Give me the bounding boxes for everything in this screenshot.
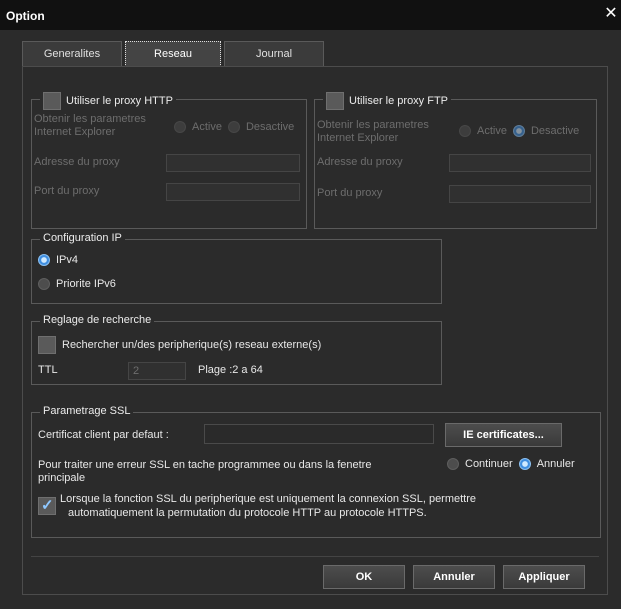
option-dialog: Option ✕ Generalites Reseau Journal Util… (0, 0, 621, 609)
ttl-value: 2 (133, 365, 140, 377)
ok-button[interactable]: OK (323, 565, 405, 589)
search-external-checkbox[interactable] (38, 336, 56, 354)
proxy-http-address-label: Adresse du proxy (34, 156, 120, 168)
ttl-input[interactable]: 2 (128, 362, 186, 380)
footer-separator (31, 556, 599, 557)
proxy-http-active-radio[interactable] (174, 121, 186, 133)
proxy-http-port-label: Port du proxy (34, 185, 100, 197)
ttl-label: TTL (38, 364, 58, 376)
proxy-http-port-input[interactable] (166, 183, 300, 201)
proxy-ftp-obtain-label-2: Internet Explorer (317, 132, 399, 144)
proxy-ftp-desactive-label: Desactive (530, 125, 580, 137)
proxy-ftp-active-radio[interactable] (459, 125, 471, 137)
proxy-http-desactive-radio[interactable] (227, 121, 240, 133)
apply-button[interactable]: Appliquer (503, 565, 585, 589)
ipv6-radio[interactable] (38, 278, 50, 290)
ssl-cancel-radio[interactable] (518, 458, 531, 470)
ssl-error-options: Continuer Annuler (447, 458, 575, 470)
ip-config-legend: Configuration IP (40, 232, 125, 244)
ttl-range-label: Plage :2 a 64 (198, 364, 263, 376)
ssl-settings-group: Parametrage SSL Certificat client par de… (31, 405, 601, 538)
proxy-ftp-address-label: Adresse du proxy (317, 156, 403, 168)
proxy-http-label: Utiliser le proxy HTTP (66, 95, 173, 107)
proxy-ftp-checkbox[interactable] (326, 92, 344, 110)
ssl-auto-switch-label: Lorsque la fonction SSL du peripherique … (60, 493, 477, 505)
search-external-option: Rechercher un/des peripherique(s) reseau… (38, 336, 321, 354)
tab-reseau[interactable]: Reseau (125, 41, 221, 67)
tab-generalites[interactable]: Generalites (22, 41, 122, 67)
ssl-cert-input[interactable] (204, 424, 434, 444)
window-title: Option (6, 9, 45, 23)
proxy-http-checkbox[interactable] (43, 92, 61, 110)
proxy-http-active-label: Active (192, 121, 222, 133)
tab-journal[interactable]: Journal (224, 41, 324, 67)
ssl-auto-switch-checkbox[interactable] (38, 496, 56, 515)
title-bar: Option ✕ (0, 0, 621, 30)
cancel-button[interactable]: Annuler (413, 565, 495, 589)
proxy-ftp-group: Utiliser le proxy FTP Obtenir les parame… (314, 92, 597, 229)
ssl-settings-legend: Parametrage SSL (40, 405, 134, 417)
search-settings-legend: Reglage de recherche (40, 314, 155, 326)
proxy-ftp-active-label: Active (477, 125, 507, 137)
ssl-continue-radio[interactable] (447, 458, 459, 470)
proxy-http-group: Utiliser le proxy HTTP Obtenir les param… (31, 92, 307, 229)
close-icon[interactable]: ✕ (603, 6, 619, 22)
ssl-auto-switch-label-2: automatiquement la permutation du protoc… (68, 507, 427, 519)
proxy-http-desactive-label: Desactive (245, 121, 295, 133)
ie-certificates-button[interactable]: IE certificates... (445, 423, 562, 447)
proxy-http-obtain-label-2: Internet Explorer (34, 126, 116, 138)
search-external-label: Rechercher un/des peripherique(s) reseau… (62, 339, 322, 351)
ipv4-option: IPv4 (38, 254, 78, 266)
proxy-http-ie-options: Active Desactive (174, 121, 294, 133)
ipv6-option: Priorite IPv6 (38, 278, 116, 290)
proxy-ftp-desactive-radio[interactable] (512, 125, 525, 137)
ip-config-group: Configuration IP IPv4 Priorite IPv6 (31, 232, 442, 304)
proxy-ftp-port-label: Port du proxy (317, 187, 383, 199)
ssl-cancel-label: Annuler (536, 458, 575, 470)
ssl-cert-label: Certificat client par defaut : (38, 429, 169, 441)
search-settings-group: Reglage de recherche Rechercher un/des p… (31, 314, 442, 385)
proxy-ftp-legend: Utiliser le proxy FTP (323, 92, 452, 110)
proxy-ftp-address-input[interactable] (449, 154, 591, 172)
proxy-ftp-port-input[interactable] (449, 185, 591, 203)
proxy-http-address-input[interactable] (166, 154, 300, 172)
proxy-http-obtain-label: Obtenir les parametres (34, 113, 146, 125)
ipv4-radio[interactable] (38, 254, 50, 266)
proxy-ftp-ie-options: Active Desactive (459, 125, 579, 137)
ipv6-label: Priorite IPv6 (56, 278, 116, 290)
proxy-ftp-label: Utiliser le proxy FTP (349, 95, 449, 107)
proxy-http-legend: Utiliser le proxy HTTP (40, 92, 176, 110)
proxy-ftp-obtain-label: Obtenir les parametres (317, 119, 429, 131)
reseau-panel: Utiliser le proxy HTTP Obtenir les param… (22, 66, 608, 595)
ssl-error-label-2: principale (38, 472, 86, 484)
ssl-continue-label: Continuer (465, 458, 513, 470)
ssl-error-label: Pour traiter une erreur SSL en tache pro… (38, 459, 372, 471)
ipv4-label: IPv4 (56, 254, 79, 266)
